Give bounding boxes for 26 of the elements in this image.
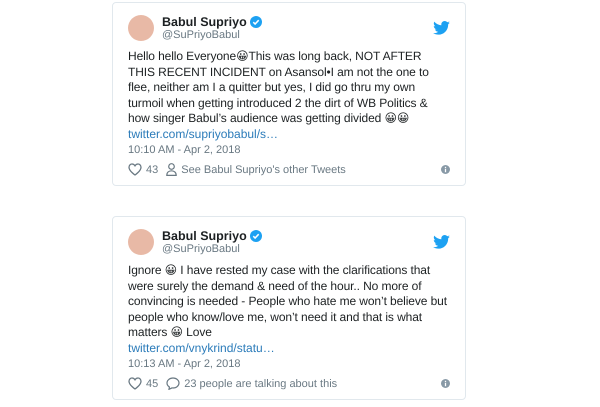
verified-badge-icon bbox=[250, 230, 262, 242]
like-count: 45 bbox=[146, 378, 158, 390]
tweet-link[interactable]: twitter.com/vnykrind/statu… bbox=[128, 340, 450, 356]
info-icon[interactable] bbox=[441, 165, 450, 174]
info-icon[interactable] bbox=[441, 379, 450, 388]
author-handle: @SuPriyoBabul bbox=[162, 29, 241, 41]
tweet-text: Hello hello Everyone😀This was long back, NOT AFTER THIS RECENT INCIDENT on Asansol•I am not the one to flee, neither am I a quitter but yes, I did go thru my own turmoil when getting introduced 2 the dirt of WB Politics & how singer Babul’s audience was getting divided 😀😀 bbox=[128, 49, 430, 126]
author-name: Babul Supriyo bbox=[162, 229, 247, 243]
author-handle: @SuPriyoBabul bbox=[162, 243, 241, 255]
heart-icon[interactable] bbox=[128, 377, 142, 390]
like-count: 43 bbox=[146, 164, 158, 176]
other-tweets-link[interactable]: See Babul Supriyo's other Tweets bbox=[166, 163, 346, 176]
person-icon bbox=[166, 163, 178, 176]
tweet-link[interactable]: twitter.com/supriyobabul/s… bbox=[128, 126, 450, 142]
tweet-timestamp: 10:13 AM - Apr 2, 2018 bbox=[128, 358, 242, 370]
bird-logo-icon[interactable] bbox=[433, 21, 450, 35]
speech-bubble-icon bbox=[166, 377, 180, 390]
conversation-link[interactable]: 23 people are talking about this bbox=[166, 377, 338, 390]
bird-logo-icon[interactable] bbox=[433, 235, 450, 249]
tweet-timestamp: 10:10 AM - Apr 2, 2018 bbox=[128, 144, 242, 156]
avatar bbox=[128, 229, 154, 255]
verified-badge-icon bbox=[250, 16, 262, 28]
avatar bbox=[128, 15, 154, 41]
tweet-text: Ignore 😀 I have rested my case with the clarifications that were surely the demand & need of the hour.. No more of convincing is needed - People who hate me won’t believe but people who know/love me, won’t need it and that is what matters 😀 Love bbox=[128, 263, 448, 340]
heart-icon[interactable] bbox=[128, 163, 142, 176]
author-name: Babul Supriyo bbox=[162, 15, 247, 29]
